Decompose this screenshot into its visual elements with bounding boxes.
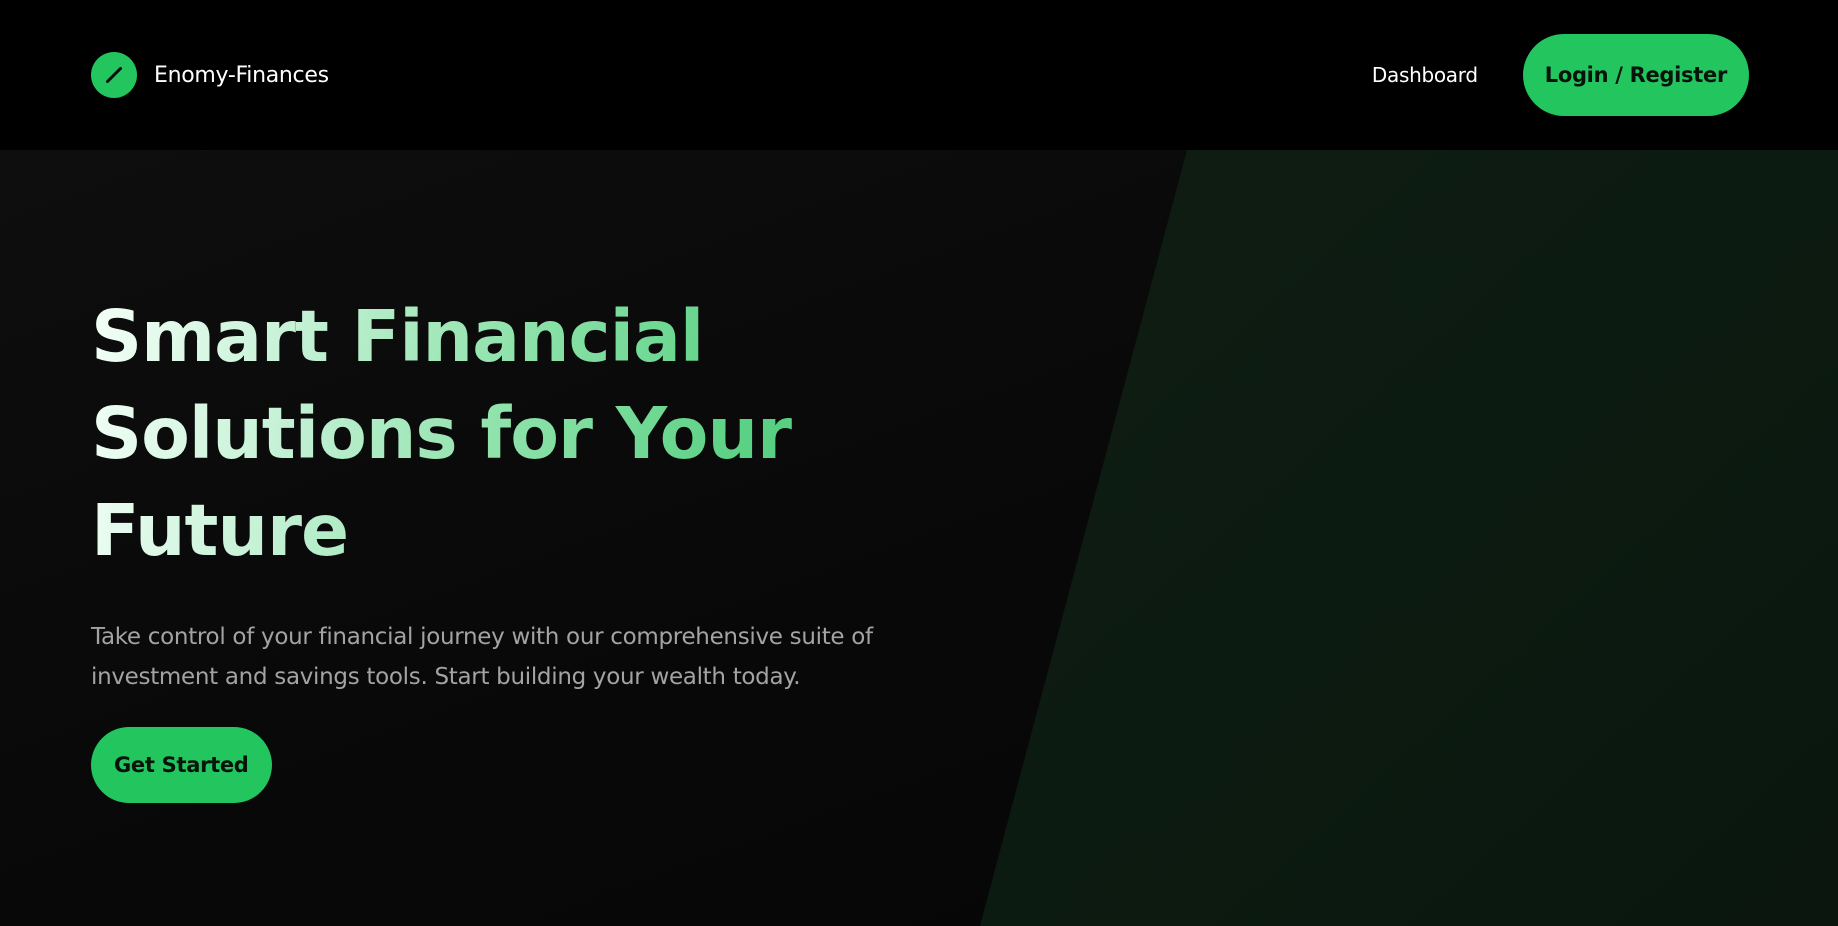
- hero-subtitle: Take control of your financial journey w…: [91, 624, 873, 690]
- hero-title-line: Future: [91, 489, 349, 572]
- brand[interactable]: Enomy-Finances: [91, 52, 329, 98]
- slash-icon: [91, 52, 137, 98]
- brand-name: Enomy-Finances: [154, 62, 329, 88]
- hero-section: Smart Financial Solutions for Your Futur…: [0, 150, 1838, 926]
- get-started-button[interactable]: Get Started: [91, 727, 272, 803]
- hero-title-line: Smart Financial: [91, 295, 704, 378]
- site-header: Enomy-Finances Dashboard Login / Registe…: [0, 0, 1838, 150]
- hero-title: Smart Financial Solutions for Your Futur…: [91, 288, 951, 579]
- nav-dashboard-link[interactable]: Dashboard: [1372, 63, 1478, 87]
- hero-title-line: Solutions for Your: [91, 392, 792, 475]
- main-nav: Dashboard Login / Register: [1372, 34, 1749, 116]
- login-register-button[interactable]: Login / Register: [1522, 34, 1749, 116]
- hero-content: Smart Financial Solutions for Your Futur…: [91, 288, 951, 803]
- landing-page: Enomy-Finances Dashboard Login / Registe…: [0, 0, 1838, 926]
